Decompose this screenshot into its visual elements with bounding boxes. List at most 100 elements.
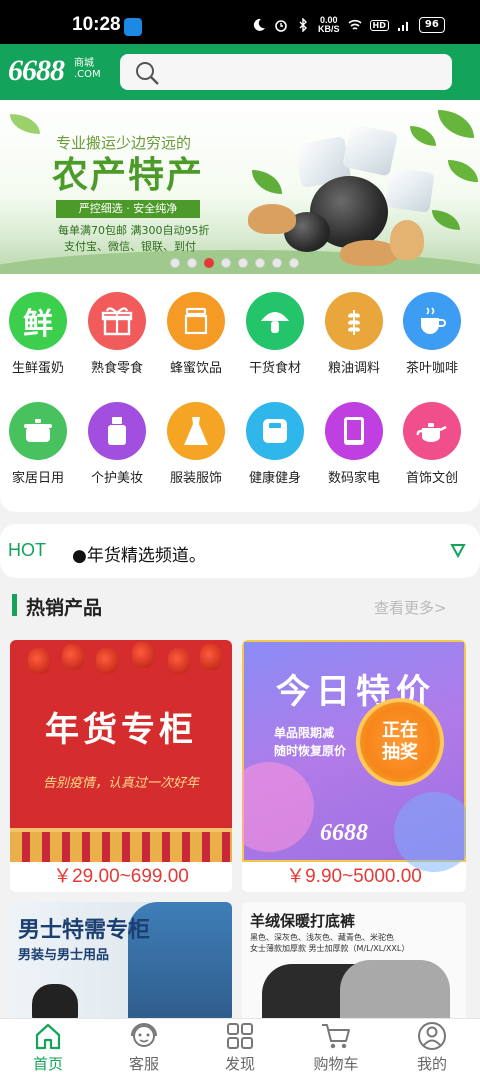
nav-discover[interactable]: 发现	[192, 1019, 288, 1072]
category-item[interactable]: 蜂蜜饮品	[158, 292, 234, 376]
product-card[interactable]: 男士特需专柜 男装与男士用品	[10, 902, 232, 1022]
network-speed-unit: KB/S	[318, 24, 340, 34]
banner-line-2: 支付宝、微信、银联、到付	[64, 240, 196, 253]
lantern-decoration	[96, 648, 118, 674]
decorative-border	[10, 828, 232, 862]
status-time: 10:28	[72, 14, 121, 35]
notice-text[interactable]: ●年货精选频道。	[72, 541, 206, 566]
logo-com-text: .COM	[74, 69, 101, 80]
banner-tag: 严控细选 · 安全纯净	[56, 200, 200, 218]
honey-jar-icon	[167, 292, 225, 350]
lantern-decoration	[168, 648, 190, 674]
mushroom-image	[390, 220, 424, 260]
hot-tag: HOT	[8, 540, 46, 560]
category-label: 粮油调料	[327, 361, 380, 376]
banner-dot[interactable]	[204, 258, 214, 268]
leaf-decoration	[10, 114, 40, 134]
category-item[interactable]: 粮油调料	[316, 292, 392, 376]
category-item[interactable]: 家居日用	[0, 402, 76, 486]
nav-label: 发现	[224, 1055, 255, 1072]
category-item[interactable]: 干货食材	[237, 292, 313, 376]
category-item[interactable]: 个护美妆	[79, 402, 155, 486]
category-item[interactable]: 服装服饰	[158, 402, 234, 486]
nav-home[interactable]: 首页	[0, 1019, 96, 1072]
gift-icon	[88, 292, 146, 350]
category-item[interactable]: 鲜生鲜蛋奶	[0, 292, 76, 376]
tablet-icon	[325, 402, 383, 460]
product-image: 年货专柜 告别疫情，认真过一次好年	[10, 640, 232, 862]
decorative-blob	[242, 762, 314, 852]
cart-icon	[322, 1024, 350, 1049]
product-card[interactable]: 羊绒保暖打底裤 黑色、深灰色、浅灰色、藏青色、米驼色 女士薄款加厚款 男士加厚款…	[242, 902, 466, 1022]
product-card[interactable]: 年货专柜 告别疫情，认真过一次好年 ￥29.00~699.00	[10, 640, 232, 892]
product-subtitle-1: 黑色、深灰色、浅灰色、藏青色、米驼色	[250, 933, 394, 942]
herb-leaf	[252, 170, 282, 194]
category-label: 健康健身	[248, 471, 301, 486]
leaf-decoration	[448, 160, 478, 182]
product-title: 男士特需专柜	[18, 918, 151, 943]
notice-bar[interactable]: HOT ●年货精选频道。	[0, 524, 480, 578]
category-label: 蜂蜜饮品	[169, 361, 222, 376]
banner-dot[interactable]	[272, 258, 282, 268]
lantern-decoration	[28, 648, 50, 674]
banner-dot[interactable]	[187, 258, 197, 268]
nav-customer-service[interactable]: 客服	[96, 1019, 192, 1072]
nav-profile[interactable]: 我的	[384, 1019, 480, 1072]
nav-cart[interactable]: 购物车	[288, 1019, 384, 1072]
category-item[interactable]: 数码家电	[316, 402, 392, 486]
bluetooth-icon	[299, 18, 307, 32]
product-subtitle: 告别疫情，认真过一次好年	[42, 776, 199, 791]
product-price: ￥29.00~699.00	[53, 866, 189, 887]
banner-dot[interactable]	[238, 258, 248, 268]
banner-line-1: 每单满70包邮 满300自动95折	[58, 224, 210, 237]
promo-banner[interactable]: 专业搬运少边穷远的 农产特产 严控细选 · 安全纯净 每单满70包邮 满300自…	[0, 100, 480, 274]
nav-label: 首页	[32, 1055, 63, 1072]
search-input[interactable]	[120, 54, 452, 90]
product-subtitle-1: 单品限期减	[274, 726, 335, 740]
brand-logo-side: 商城 .COM	[74, 58, 101, 80]
wheat-icon	[325, 292, 383, 350]
banner-dot[interactable]	[170, 258, 180, 268]
banner-pagination[interactable]	[170, 258, 299, 268]
home-icon	[35, 1023, 61, 1050]
brand-logo: 6688	[320, 820, 368, 846]
leaf-decoration	[410, 126, 436, 146]
chevron-down-icon[interactable]	[450, 542, 466, 558]
notification-app-icon	[124, 18, 142, 36]
product-card[interactable]: 今日特价 单品限期减 随时恢复原价 正在抽奖 6688 ￥9.90~5000.0…	[242, 640, 466, 892]
category-label: 熟食零食	[90, 361, 143, 376]
product-image: 羊绒保暖打底裤 黑色、深灰色、浅灰色、藏青色、米驼色 女士薄款加厚款 男士加厚款…	[242, 902, 466, 1022]
alarm-icon	[275, 20, 287, 32]
search-icon	[136, 62, 159, 85]
product-subtitle-2: 女士薄款加厚款 男士加厚款（M/L/XL/XXL）	[250, 944, 410, 953]
category-grid: 鲜生鲜蛋奶 熟食零食 蜂蜜饮品 干货食材 粮油调料 茶叶咖啡家居日用 个护美妆 服装服饰 健康健…	[0, 274, 480, 512]
category-label: 生鲜蛋奶	[11, 361, 64, 376]
profile-icon	[418, 1022, 446, 1050]
scale-icon	[246, 402, 304, 460]
banner-dot[interactable]	[289, 258, 299, 268]
customer-service-icon	[131, 1023, 157, 1047]
category-item[interactable]: 熟食零食	[79, 292, 155, 376]
banner-dot[interactable]	[221, 258, 231, 268]
category-item[interactable]: 茶叶咖啡	[394, 292, 470, 376]
product-price: ￥9.90~5000.00	[286, 866, 422, 887]
battery-indicator: 96	[418, 17, 445, 33]
perfume-icon	[88, 402, 146, 460]
category-label: 干货食材	[248, 361, 301, 376]
brand-logo[interactable]: 6688	[8, 54, 65, 88]
mushroom-image	[248, 204, 296, 234]
top-header: 6688 商城 .COM	[0, 44, 480, 100]
nav-label: 购物车	[313, 1055, 359, 1072]
moon-icon	[253, 18, 265, 31]
ice-cube	[341, 123, 399, 177]
signal-icon	[397, 22, 408, 31]
category-item[interactable]: 健康健身	[237, 402, 313, 486]
category-item[interactable]: 首饰文创	[394, 402, 470, 486]
logo-cn-text: 商城	[74, 58, 94, 69]
banner-dot[interactable]	[255, 258, 265, 268]
wifi-icon	[347, 19, 362, 30]
status-bar: 10:28 0.00 KB/S HD 96	[0, 0, 480, 44]
category-label: 服装服饰	[169, 471, 222, 486]
view-more-link[interactable]: 查看更多>	[374, 597, 447, 618]
lantern-decoration	[200, 644, 222, 670]
